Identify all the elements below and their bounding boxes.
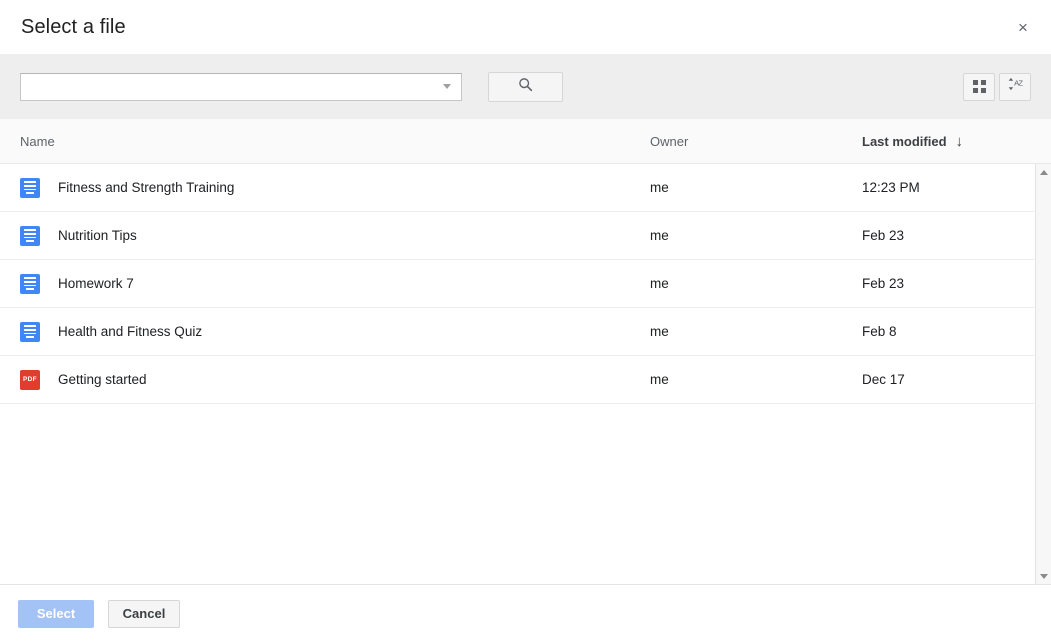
dialog-titlebar: Select a file × (0, 0, 1051, 54)
file-name-label: Fitness and Strength Training (58, 180, 234, 195)
chevron-down-icon (443, 84, 451, 89)
table-row[interactable]: Homework 7 meFeb 23 (0, 260, 1035, 308)
google-docs-icon (20, 274, 40, 294)
sort-alpha-icon: A Z (1006, 75, 1024, 98)
svg-text:Z: Z (1018, 78, 1023, 87)
cell-last-modified: Feb 8 (862, 324, 1035, 339)
file-list: Fitness and Strength Trainingme12:23 PMN… (0, 164, 1035, 404)
grid-view-icon (973, 80, 986, 93)
file-name-label: Homework 7 (58, 276, 134, 291)
cell-owner: me (650, 324, 862, 339)
cell-owner: me (650, 276, 862, 291)
dialog-footer: Select Cancel (0, 584, 1051, 642)
file-list-scrollbar[interactable] (1035, 164, 1051, 584)
cell-name: Nutrition Tips (0, 226, 650, 246)
search-icon (518, 77, 533, 97)
column-header-last-modified-label: Last modified (862, 134, 947, 149)
cell-name: PDF Getting started (0, 370, 650, 390)
file-list-body: Fitness and Strength Trainingme12:23 PMN… (0, 164, 1051, 584)
cell-name: Fitness and Strength Training (0, 178, 650, 198)
pdf-icon: PDF (20, 370, 40, 390)
google-docs-icon (20, 178, 40, 198)
cell-last-modified: 12:23 PM (862, 180, 1035, 195)
column-header-owner[interactable]: Owner (650, 134, 862, 149)
google-docs-icon (20, 322, 40, 342)
select-file-dialog: Select a file × (0, 0, 1051, 642)
table-row[interactable]: Fitness and Strength Training me12:23 PM (0, 164, 1035, 212)
scroll-down-arrow-icon[interactable] (1036, 568, 1051, 584)
cell-name: Health and Fitness Quiz (0, 322, 650, 342)
grid-view-button[interactable] (963, 73, 995, 101)
cell-owner: me (650, 372, 862, 387)
column-header-name[interactable]: Name (0, 134, 650, 149)
table-row[interactable]: Health and Fitness Quiz meFeb 8 (0, 308, 1035, 356)
search-input[interactable] (20, 73, 462, 101)
cell-owner: me (650, 180, 862, 195)
file-name-label: Getting started (58, 372, 147, 387)
column-header-last-modified[interactable]: Last modified ↓ (862, 134, 1051, 149)
search-button[interactable] (488, 72, 563, 102)
cell-last-modified: Feb 23 (862, 276, 1035, 291)
cancel-button[interactable]: Cancel (108, 600, 180, 628)
sort-descending-arrow-icon: ↓ (956, 134, 964, 149)
page-title: Select a file (21, 17, 126, 37)
close-icon[interactable]: × (1009, 13, 1037, 41)
select-button[interactable]: Select (18, 600, 94, 628)
cell-last-modified: Dec 17 (862, 372, 1035, 387)
table-row[interactable]: PDF Getting started meDec 17 (0, 356, 1035, 404)
cell-last-modified: Feb 23 (862, 228, 1035, 243)
cell-name: Homework 7 (0, 274, 650, 294)
table-row[interactable]: Nutrition Tips meFeb 23 (0, 212, 1035, 260)
scroll-up-arrow-icon[interactable] (1036, 164, 1051, 180)
file-list-header: Name Owner Last modified ↓ (0, 119, 1051, 164)
google-docs-icon (20, 226, 40, 246)
search-toolbar: A Z (0, 54, 1051, 119)
cell-owner: me (650, 228, 862, 243)
file-name-label: Health and Fitness Quiz (58, 324, 202, 339)
file-name-label: Nutrition Tips (58, 228, 137, 243)
sort-button[interactable]: A Z (999, 73, 1031, 101)
view-options-group: A Z (963, 73, 1031, 101)
